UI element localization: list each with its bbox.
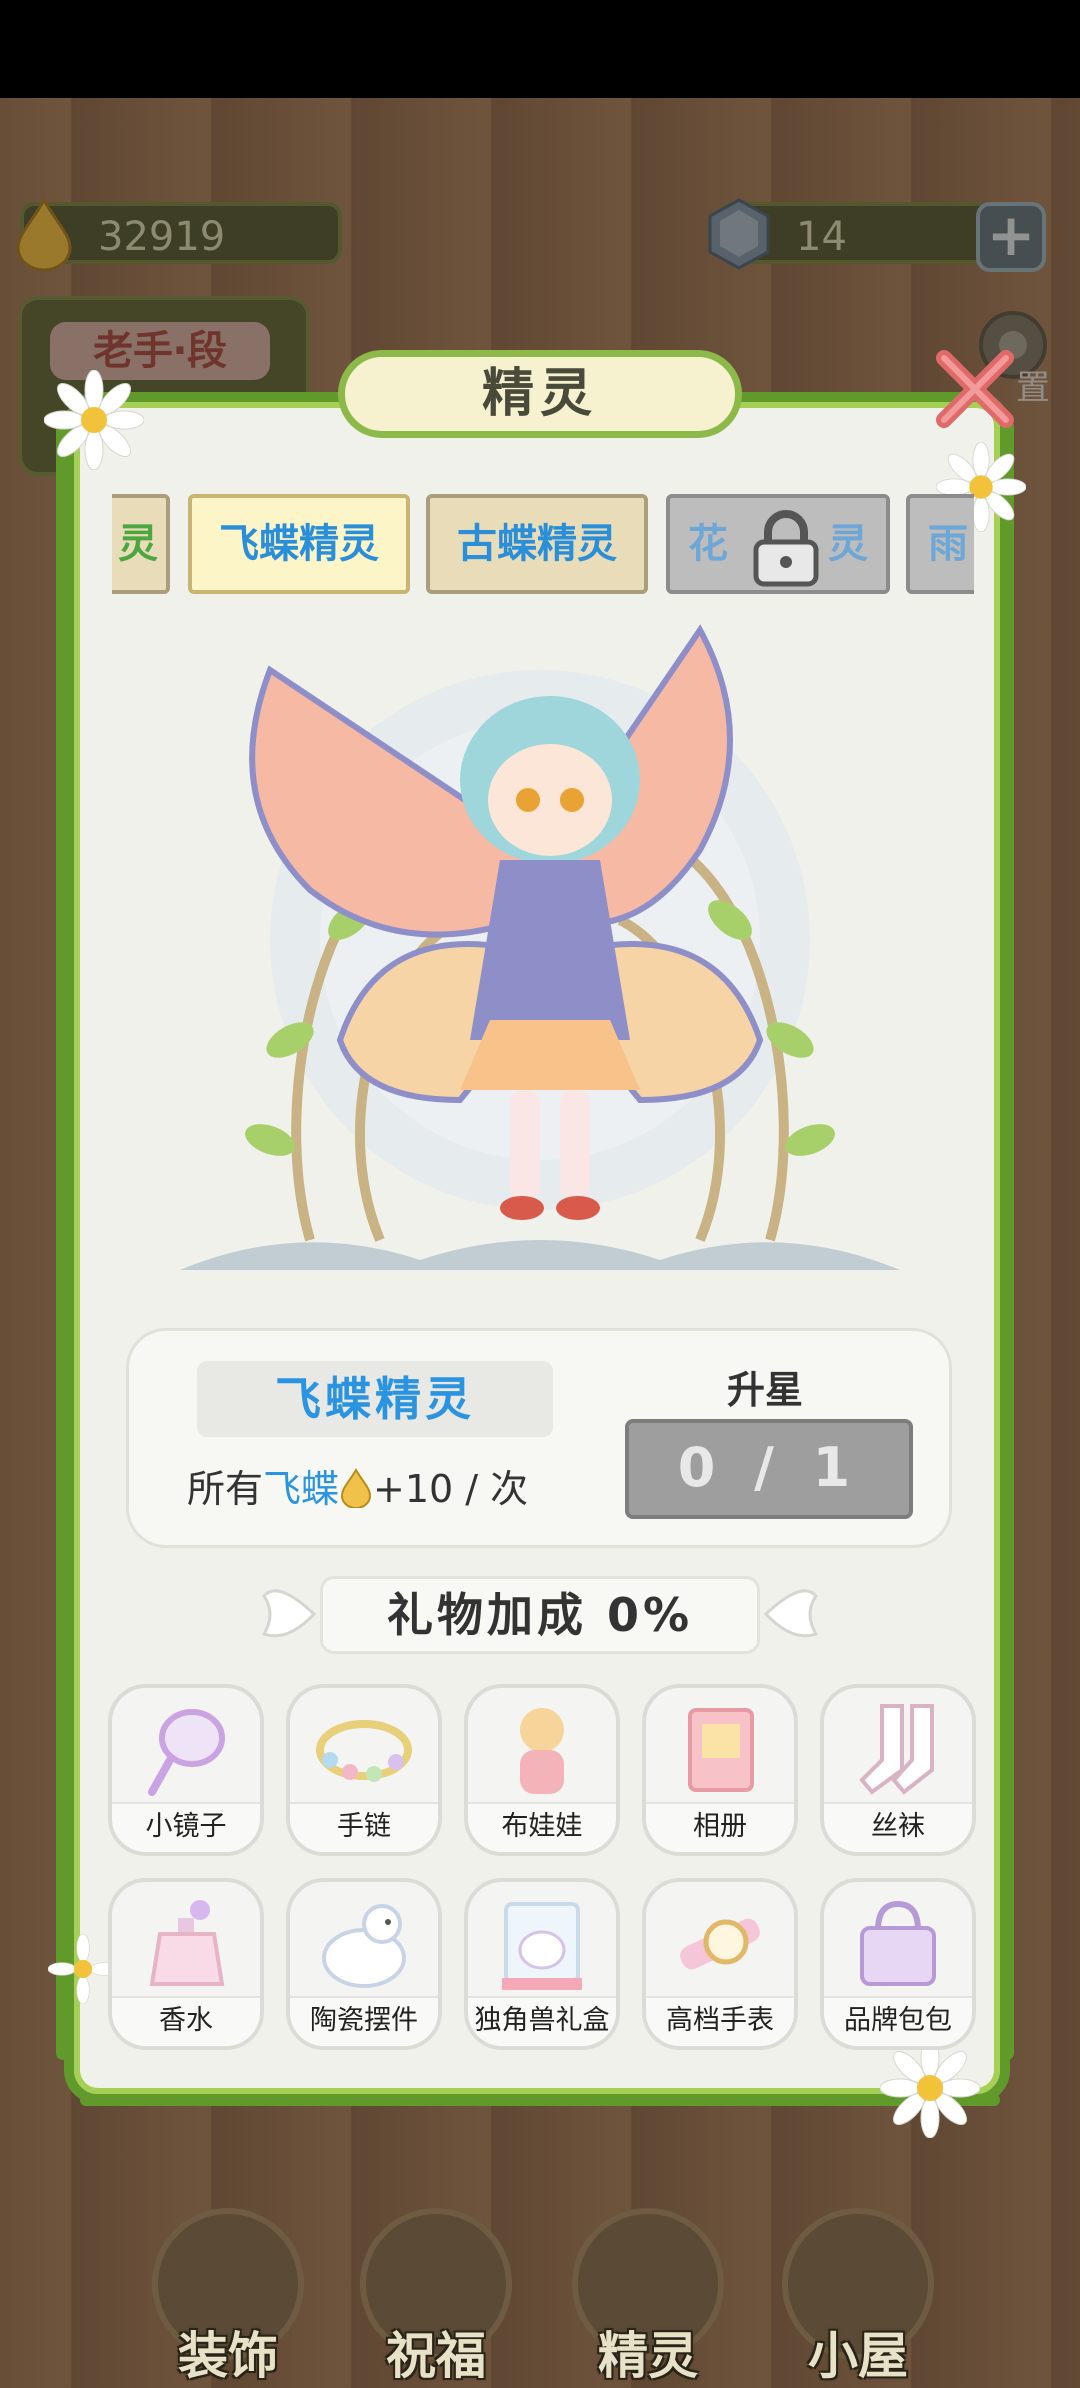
nav-cottage[interactable]: 小屋: [770, 2208, 946, 2385]
gift-bonus-header: 礼物加成 0%: [320, 1576, 760, 1654]
nav-label: 祝福: [386, 2327, 486, 2385]
nav-blessing[interactable]: 祝福: [348, 2208, 524, 2385]
fairy-character-illustration: [180, 624, 900, 1270]
handbag-icon: [860, 1900, 936, 1986]
gift-item-album[interactable]: 相册: [642, 1684, 798, 1856]
gift-label: 丝袜: [824, 1802, 972, 1852]
gift-label: 相册: [646, 1802, 794, 1852]
gift-label: 独角兽礼盒: [468, 1996, 616, 2046]
nav-fairy[interactable]: 精灵: [560, 2208, 736, 2385]
bottom-navigation: 装饰 祝福 精灵 小屋: [0, 2120, 1080, 2388]
vine-bottom: [80, 2094, 1000, 2106]
close-icon[interactable]: [930, 344, 1020, 434]
vine-left: [56, 420, 70, 2060]
fairy-tabs: 灵 飞蝶精灵 古蝶精灵 花 灵 雨: [112, 494, 974, 598]
nav-decorate[interactable]: 装饰: [140, 2208, 316, 2385]
gold-drop-icon: [341, 1468, 372, 1508]
bonus-description: 所有飞蝶 +10 / 次: [187, 1467, 529, 1511]
gift-label: 小镜子: [112, 1802, 260, 1852]
doll-icon: [520, 1708, 564, 1794]
daisy-icon: [44, 370, 144, 470]
wing-left-icon: [261, 1589, 317, 1638]
watch-icon: [680, 1918, 760, 1970]
nav-label: 精灵: [598, 2327, 698, 2385]
gift-item-watch[interactable]: 高档手表: [642, 1878, 798, 2050]
tab-ancient-butterfly-fairy[interactable]: 古蝶精灵: [426, 494, 648, 594]
album-icon: [688, 1708, 754, 1792]
stockings-icon: [859, 1704, 934, 1795]
tab-locked-fairy[interactable]: 花 灵: [666, 494, 890, 594]
gift-item-stockings[interactable]: 丝袜: [820, 1684, 976, 1856]
gift-label: 香水: [112, 1996, 260, 2046]
tab-partial-right[interactable]: 雨: [906, 494, 974, 594]
perfume-icon: [149, 1900, 225, 1986]
nav-label: 装饰: [178, 2327, 278, 2385]
gift-item-unicorn-box[interactable]: 独角兽礼盒: [464, 1878, 620, 2050]
upgrade-star-button[interactable]: 0 / 1: [625, 1419, 913, 1519]
panel-title: 精灵: [338, 350, 742, 438]
gift-label: 手链: [290, 1802, 438, 1852]
fairy-name: 飞蝶精灵: [197, 1361, 553, 1437]
gift-label: 品牌包包: [824, 1996, 972, 2046]
lock-icon: [753, 510, 819, 587]
gift-item-ceramic[interactable]: 陶瓷摆件: [286, 1878, 442, 2050]
gift-item-doll[interactable]: 布娃娃: [464, 1684, 620, 1856]
gift-label: 陶瓷摆件: [290, 1996, 438, 2046]
unicorn-giftbox-icon: [502, 1902, 582, 1990]
status-bar: [0, 0, 1080, 98]
gift-label: 高档手表: [646, 1996, 794, 2046]
bracelet-icon: [316, 1720, 412, 1782]
vine-right: [1000, 420, 1014, 2060]
fairy-info-card: 飞蝶精灵 所有飞蝶 +10 / 次 升星 0 / 1: [126, 1328, 952, 1548]
gift-label: 布娃娃: [468, 1802, 616, 1852]
tab-partial-left[interactable]: 灵: [112, 494, 170, 594]
gift-item-handbag[interactable]: 品牌包包: [820, 1878, 976, 2050]
mirror-icon: [148, 1709, 225, 1796]
tab-flying-butterfly-fairy[interactable]: 飞蝶精灵: [188, 494, 410, 594]
gift-item-bracelet[interactable]: 手链: [286, 1684, 442, 1856]
gift-item-mirror[interactable]: 小镜子: [108, 1684, 264, 1856]
ceramic-ornament-icon: [322, 1904, 406, 1988]
wing-right-icon: [763, 1589, 819, 1638]
nav-label: 小屋: [808, 2327, 908, 2385]
upgrade-star-label: 升星: [726, 1368, 803, 1412]
gift-item-perfume[interactable]: 香水: [108, 1878, 264, 2050]
